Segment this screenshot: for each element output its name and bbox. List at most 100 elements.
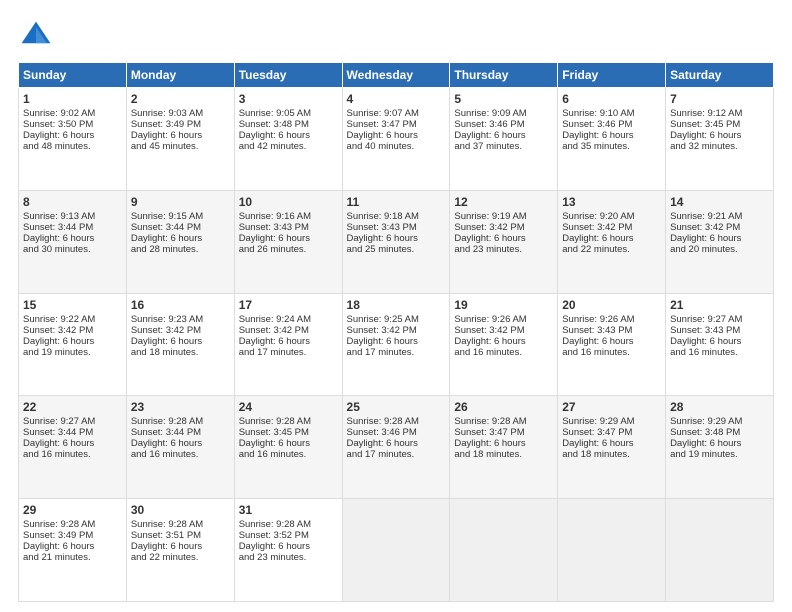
calendar-cell: 28Sunrise: 9:29 AMSunset: 3:48 PMDayligh…: [666, 396, 774, 499]
calendar-week-1: 1Sunrise: 9:02 AMSunset: 3:50 PMDaylight…: [19, 88, 774, 191]
day-info-line: Sunrise: 9:03 AM: [131, 108, 230, 119]
day-info-line: and 18 minutes.: [131, 347, 230, 358]
day-number: 29: [23, 503, 122, 517]
calendar-cell: [342, 499, 450, 602]
day-number: 19: [454, 298, 553, 312]
day-info-line: Sunset: 3:42 PM: [454, 222, 553, 233]
calendar-body: 1Sunrise: 9:02 AMSunset: 3:50 PMDaylight…: [19, 88, 774, 602]
day-info-line: Sunset: 3:42 PM: [562, 222, 661, 233]
day-info-line: Sunset: 3:42 PM: [23, 325, 122, 336]
day-info-line: Sunrise: 9:29 AM: [562, 416, 661, 427]
day-info-line: Sunrise: 9:20 AM: [562, 211, 661, 222]
day-number: 30: [131, 503, 230, 517]
day-info-line: and 40 minutes.: [347, 141, 446, 152]
day-info-line: Sunrise: 9:19 AM: [454, 211, 553, 222]
day-info-line: Sunset: 3:49 PM: [23, 530, 122, 541]
day-number: 21: [670, 298, 769, 312]
calendar-week-3: 15Sunrise: 9:22 AMSunset: 3:42 PMDayligh…: [19, 293, 774, 396]
calendar-cell: 8Sunrise: 9:13 AMSunset: 3:44 PMDaylight…: [19, 190, 127, 293]
day-info-line: and 19 minutes.: [23, 347, 122, 358]
day-info-line: Daylight: 6 hours: [347, 438, 446, 449]
day-info-line: Sunrise: 9:28 AM: [239, 519, 338, 530]
day-info-line: and 23 minutes.: [239, 552, 338, 563]
day-info-line: Daylight: 6 hours: [454, 336, 553, 347]
day-info-line: Daylight: 6 hours: [23, 130, 122, 141]
day-info-line: Sunset: 3:47 PM: [454, 427, 553, 438]
day-info-line: and 18 minutes.: [454, 449, 553, 460]
day-info-line: Sunrise: 9:29 AM: [670, 416, 769, 427]
calendar-cell: 1 Sunrise: 9:02 AMSunset: 3:50 PMDaylight…: [19, 88, 127, 191]
day-info-line: and 16 minutes.: [131, 449, 230, 460]
day-info-line: Sunrise: 9:02 AM: [23, 108, 122, 119]
day-number: 12: [454, 195, 553, 209]
calendar-cell: 23Sunrise: 9:28 AMSunset: 3:44 PMDayligh…: [126, 396, 234, 499]
calendar-week-5: 29 Sunrise: 9:28 AM Sunset: 3:49 PM Dayligh…: [19, 499, 774, 602]
calendar-cell: 31Sunrise: 9:28 AMSunset: 3:52 PMDayligh…: [234, 499, 342, 602]
day-info-line: Sunrise: 9:07 AM: [347, 108, 446, 119]
day-info-line: Sunset: 3:44 PM: [23, 222, 122, 233]
day-number: 17: [239, 298, 338, 312]
day-info-line: Sunrise: 9:28 AM: [131, 519, 230, 530]
day-info-line: Sunrise: 9:27 AM: [670, 314, 769, 325]
day-info-line: Sunrise: 9:22 AM: [23, 314, 122, 325]
day-info-line: and 32 minutes.: [670, 141, 769, 152]
day-number: 1: [23, 92, 122, 106]
day-info-line: Sunset: 3:43 PM: [347, 222, 446, 233]
day-number: 6: [562, 92, 661, 106]
day-number: 11: [347, 195, 446, 209]
day-info-line: Daylight: 6 hours: [23, 233, 122, 244]
day-info-line: Sunset: 3:44 PM: [131, 222, 230, 233]
day-number: 8: [23, 195, 122, 209]
day-info-line: and 22 minutes.: [562, 244, 661, 255]
calendar-cell: [666, 499, 774, 602]
day-info-line: Sunset: 3:51 PM: [131, 530, 230, 541]
day-number: 22: [23, 400, 122, 414]
day-info-line: and 16 minutes.: [239, 449, 338, 460]
calendar-cell: 10Sunrise: 9:16 AMSunset: 3:43 PMDayligh…: [234, 190, 342, 293]
day-info-line: Daylight: 6 hours: [454, 438, 553, 449]
day-info-line: Daylight: 6 hours: [23, 336, 122, 347]
day-info-line: Daylight: 6 hours: [131, 130, 230, 141]
day-info-line: Sunset: 3:47 PM: [562, 427, 661, 438]
day-info-line: Sunset: 3:48 PM: [239, 119, 338, 130]
day-info-line: and 42 minutes.: [239, 141, 338, 152]
day-header-friday: Friday: [558, 63, 666, 88]
day-info-line: and 23 minutes.: [454, 244, 553, 255]
day-info-line: Daylight: 6 hours: [670, 130, 769, 141]
day-number: 5: [454, 92, 553, 106]
calendar-week-2: 8Sunrise: 9:13 AMSunset: 3:44 PMDaylight…: [19, 190, 774, 293]
day-info-line: Sunrise: 9:28 AM: [239, 416, 338, 427]
calendar-cell: 20Sunrise: 9:26 AMSunset: 3:43 PMDayligh…: [558, 293, 666, 396]
day-info-line: Sunset: 3:52 PM: [239, 530, 338, 541]
calendar-cell: 22Sunrise: 9:27 AMSunset: 3:44 PMDayligh…: [19, 396, 127, 499]
calendar-cell: 14Sunrise: 9:21 AMSunset: 3:42 PMDayligh…: [666, 190, 774, 293]
day-number: 7: [670, 92, 769, 106]
day-info-line: and 16 minutes.: [670, 347, 769, 358]
day-info-line: Sunset: 3:46 PM: [562, 119, 661, 130]
day-info-line: and 30 minutes.: [23, 244, 122, 255]
calendar-cell: 4Sunrise: 9:07 AMSunset: 3:47 PMDaylight…: [342, 88, 450, 191]
day-info-line: Daylight: 6 hours: [239, 438, 338, 449]
day-info-line: Sunrise: 9:09 AM: [454, 108, 553, 119]
day-info-line: Sunrise: 9:15 AM: [131, 211, 230, 222]
day-info-line: Sunset: 3:45 PM: [670, 119, 769, 130]
day-info-line: and 18 minutes.: [562, 449, 661, 460]
day-info-line: and 16 minutes.: [23, 449, 122, 460]
calendar-table: SundayMondayTuesdayWednesdayThursdayFrid…: [18, 62, 774, 602]
day-number: 16: [131, 298, 230, 312]
day-number: 15: [23, 298, 122, 312]
day-info-line: Sunset: 3:50 PM: [23, 119, 122, 130]
day-info-line: Daylight: 6 hours: [131, 438, 230, 449]
day-info-line: and 35 minutes.: [562, 141, 661, 152]
day-info-line: Sunrise: 9:10 AM: [562, 108, 661, 119]
day-info-line: and 45 minutes.: [131, 141, 230, 152]
day-info-line: and 17 minutes.: [347, 449, 446, 460]
day-info-line: Daylight: 6 hours: [239, 541, 338, 552]
calendar-cell: 24Sunrise: 9:28 AMSunset: 3:45 PMDayligh…: [234, 396, 342, 499]
calendar-cell: [558, 499, 666, 602]
calendar-header: SundayMondayTuesdayWednesdayThursdayFrid…: [19, 63, 774, 88]
page: SundayMondayTuesdayWednesdayThursdayFrid…: [0, 0, 792, 612]
day-info-line: and 19 minutes.: [670, 449, 769, 460]
day-info-line: Sunset: 3:49 PM: [131, 119, 230, 130]
calendar-week-4: 22Sunrise: 9:27 AMSunset: 3:44 PMDayligh…: [19, 396, 774, 499]
